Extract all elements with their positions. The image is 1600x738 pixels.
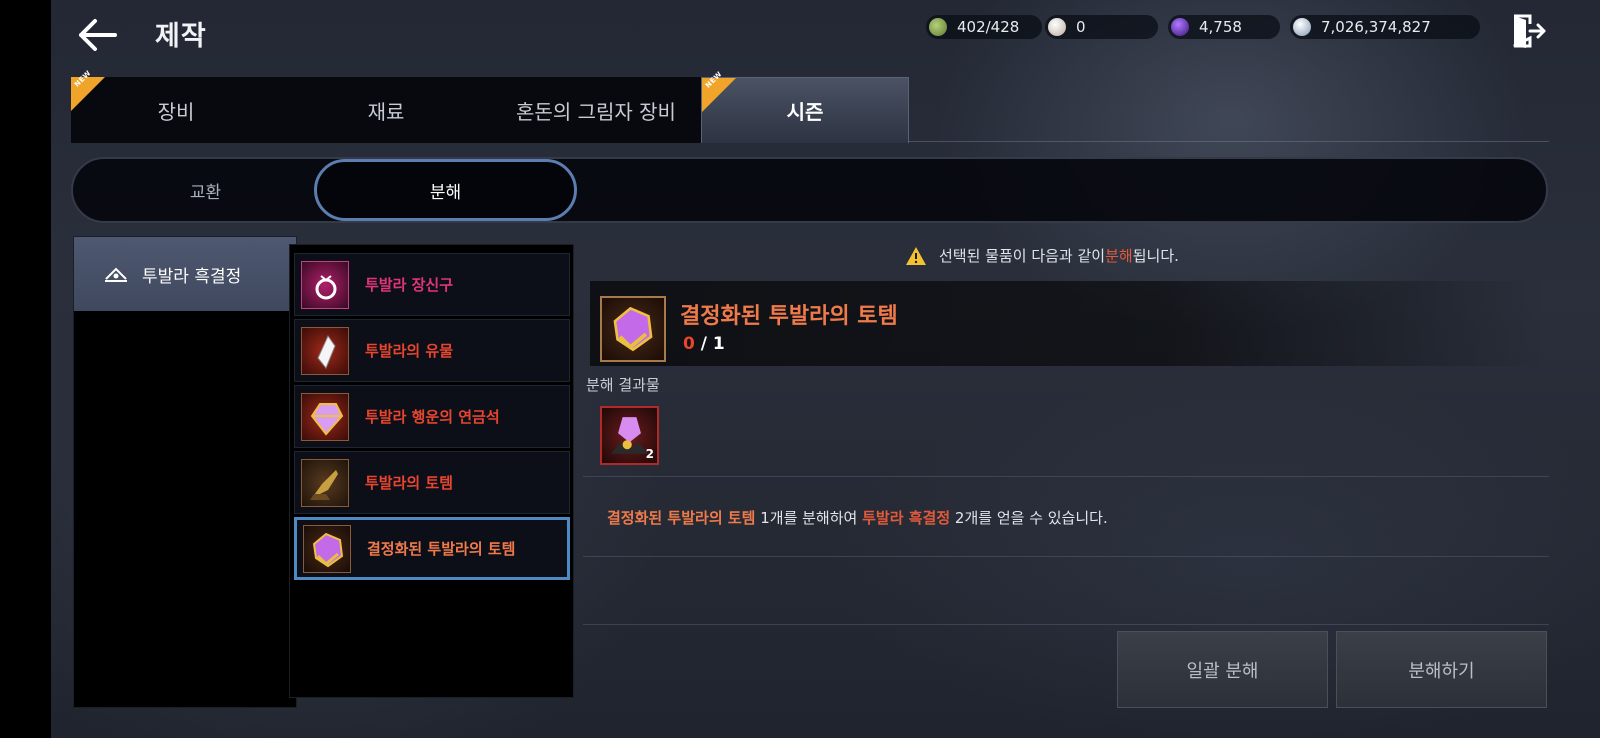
currency-pearl: 0 xyxy=(1045,15,1158,39)
currency-dark-orb: 4,758 xyxy=(1168,15,1280,39)
item-name: 투발라의 유물 xyxy=(365,342,454,360)
item-name: 투발라 행운의 연금석 xyxy=(365,408,500,426)
disassemble-warning: 선택된 물품이 다음과 같이 분해 됩니다. xyxy=(905,245,1179,266)
crystallized-totem-icon xyxy=(303,524,351,573)
tuvala-emblem-icon xyxy=(105,267,127,282)
currency-silver: 7,026,374,827 xyxy=(1290,15,1480,39)
left-letterbox xyxy=(0,0,51,738)
result-label: 분해 결과물 xyxy=(586,376,660,394)
tab-chaos-shadow-equipment[interactable]: 혼돈의 그림자 장비 xyxy=(491,77,701,143)
divider xyxy=(583,476,1549,477)
tab-season[interactable]: 시즌 NEW xyxy=(701,70,909,143)
disassemble-button[interactable]: 분해하기 xyxy=(1336,631,1547,708)
crystal-relic-icon xyxy=(301,326,349,375)
target-item-count: 0 / 1 xyxy=(683,334,725,354)
divider xyxy=(583,624,1549,625)
back-button[interactable] xyxy=(75,13,119,57)
exit-button[interactable] xyxy=(1510,12,1546,50)
result-item-slot[interactable]: 2 xyxy=(600,406,659,465)
subtab-disassemble[interactable]: 분해 xyxy=(314,159,577,221)
tabbar-divider xyxy=(909,141,1549,142)
subtab-exchange[interactable]: 교환 xyxy=(73,159,338,221)
list-item[interactable]: 투발라 행운의 연금석 xyxy=(294,385,570,448)
warning-icon xyxy=(906,246,926,265)
pearl-icon xyxy=(1048,18,1066,36)
item-list: 투발라 장신구 투발라의 유물 투발라 행운의 연금석 투발라의 토템 결정화된… xyxy=(289,244,574,698)
sub-tabbar: 교환 분해 xyxy=(71,157,1548,223)
totem-icon xyxy=(301,458,349,507)
list-item-selected[interactable]: 결정화된 투발라의 토템 xyxy=(294,517,570,580)
tab-materials[interactable]: 재료 xyxy=(281,77,491,143)
page-title: 제작 xyxy=(155,21,207,52)
list-item[interactable]: 투발라 장신구 xyxy=(294,253,570,316)
item-name: 투발라의 토템 xyxy=(365,474,454,492)
stamina-icon xyxy=(929,18,947,36)
main-tabbar: 장비 NEW 재료 혼돈의 그림자 장비 시즌 NEW xyxy=(71,69,1549,143)
ring-icon xyxy=(301,260,349,309)
category-tuvala-black-crystal[interactable]: 투발라 흑결정 xyxy=(74,237,296,311)
dark-orb-icon xyxy=(1171,18,1189,36)
silver-coin-icon xyxy=(1293,18,1311,36)
list-item[interactable]: 투발라의 유물 xyxy=(294,319,570,382)
alchemy-stone-icon xyxy=(301,392,349,441)
divider xyxy=(583,556,1549,557)
item-name: 투발라 장신구 xyxy=(365,276,454,294)
tab-equipment[interactable]: 장비 NEW xyxy=(71,69,281,143)
back-arrow-icon xyxy=(79,19,117,51)
list-item[interactable]: 투발라의 토템 xyxy=(294,451,570,514)
bulk-disassemble-button[interactable]: 일괄 분해 xyxy=(1117,631,1328,708)
target-item-name: 결정화된 투발라의 토템 xyxy=(680,304,898,329)
category-panel: 투발라 흑결정 xyxy=(73,236,297,708)
result-quantity: 2 xyxy=(645,447,654,461)
item-name: 결정화된 투발라의 토템 xyxy=(367,540,516,558)
currency-stamina: 402/428 xyxy=(926,15,1042,39)
crystallized-totem-icon xyxy=(600,296,666,362)
exit-door-icon xyxy=(1513,14,1546,48)
disassemble-description: 결정화된 투발라의 토템 1개를 분해하여 투발라 흑결정 2개를 얻을 수 있… xyxy=(607,509,1108,527)
